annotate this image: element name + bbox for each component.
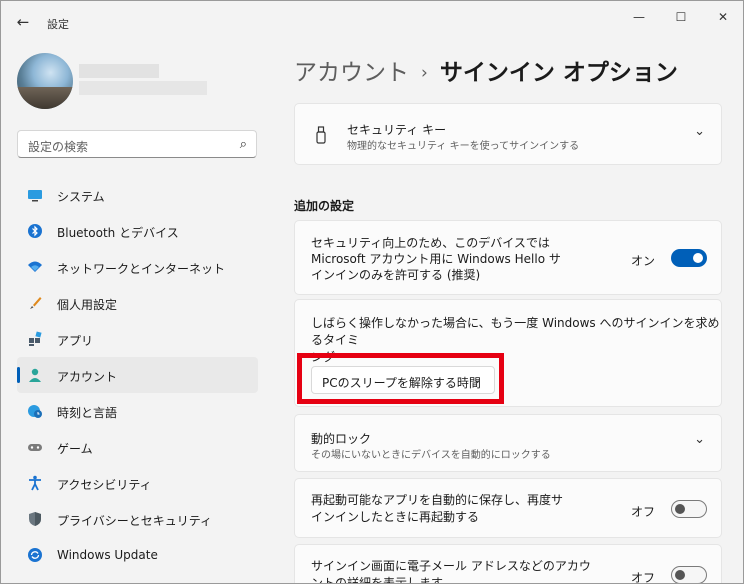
restart-apps-text: 再起動可能なアプリを自動的に保存し、再度サ インインしたときに再起動する [311,492,563,526]
search-icon: ⌕ [239,137,247,152]
bluetooth-icon [28,224,42,238]
toggle-state-label: オン [630,254,655,268]
hello-only-toggle-group: オン [617,249,707,269]
sidebar-item-label: ネットワークとインターネット [57,262,226,276]
dynamic-lock-subtitle: その場にいないときにデバイスを自動的にロックする [311,450,551,461]
sidebar-item-label: Bluetooth とデバイス [57,226,179,240]
restart-apps-line: 再起動可能なアプリを自動的に保存し、再度サ [311,493,564,507]
sidebar-item-label: プライバシーとセキュリティ [57,514,213,528]
settings-search-box[interactable]: 設定の検索 ⌕ [17,130,257,158]
sidebar-nav: システム Bluetooth とデバイス ネットワークとインターネット 個人用設… [17,177,258,573]
security-key-card[interactable]: セキュリティ キー 物理的なセキュリティ キーを使ってサインインする ⌄ [294,103,722,165]
security-key-title: セキュリティ キー [347,123,447,137]
toggle-knob [675,504,685,514]
hello-only-text: セキュリティ向上のため、このデバイスでは Microsoft アカウント用に W… [311,235,561,283]
account-icon [29,368,41,382]
sidebar-item-label: 個人用設定 [57,298,118,312]
toggle-knob [693,253,703,263]
apps-icon [29,331,42,346]
restart-apps-line: インインしたときに再起動する [311,510,480,524]
toggle-state-label: オフ [630,571,655,584]
restart-apps-toggle[interactable] [671,500,707,518]
sidebar-item-bluetooth[interactable]: Bluetooth とデバイス [17,213,258,249]
sidebar-item-label: アカウント [57,370,118,384]
redacted-user-name [79,64,159,78]
search-input[interactable]: 設定の検索 [28,138,88,155]
accessibility-icon [29,475,41,491]
restart-apps-card: 再起動可能なアプリを自動的に保存し、再度サ インインしたときに再起動する オフ [294,478,722,538]
usb-key-icon [316,126,326,144]
sidebar-item-label: 時刻と言語 [57,406,118,420]
show-account-details-toggle[interactable] [671,566,707,583]
annotation-highlight-box [297,353,504,404]
sidebar-item-network[interactable]: ネットワークとインターネット [17,249,258,285]
shield-icon [29,512,41,526]
dynamic-lock-card[interactable]: 動的ロック その場にいないときにデバイスを自動的にロックする ⌄ [294,414,722,472]
security-key-subtitle: 物理的なセキュリティ キーを使ってサインインする [347,141,580,152]
hello-only-toggle[interactable] [671,249,707,267]
sidebar-item-personalization[interactable]: 個人用設定 [17,285,258,321]
sidebar-item-label: システム [57,190,105,204]
breadcrumb: アカウント › サインイン オプション [294,53,678,87]
restart-apps-toggle-group: オフ [617,500,707,520]
signin-timing-line: しばらく操作しなかった場合に、もう一度 Windows へのサインインを求めるタ… [311,316,720,347]
maximize-button[interactable]: ☐ [667,7,695,27]
sidebar-item-privacy[interactable]: プライバシーとセキュリティ [17,501,258,537]
hello-only-card: セキュリティ向上のため、このデバイスでは Microsoft アカウント用に W… [294,220,722,295]
globe-clock-icon [28,405,42,418]
sidebar-item-apps[interactable]: アプリ [17,321,258,357]
brush-icon [30,297,42,309]
app-title: 設定 [47,18,69,31]
sidebar-item-accounts[interactable]: アカウント [17,357,258,393]
minimize-button[interactable]: — [625,7,653,27]
dynamic-lock-title: 動的ロック [311,432,372,446]
active-indicator [17,367,20,383]
back-button[interactable]: ← [13,12,33,32]
sidebar-item-label: ゲーム [57,442,93,456]
sidebar-item-gaming[interactable]: ゲーム [17,429,258,465]
sidebar-item-label: アプリ [57,334,94,348]
system-icon [28,190,42,202]
sidebar-item-system[interactable]: システム [17,177,258,213]
sidebar-item-label: Windows Update [57,548,158,562]
update-icon [28,548,42,562]
show-account-details-line: サインイン画面に電子メール アドレスなどのアカウ [311,559,591,573]
breadcrumb-separator-icon: › [421,63,428,83]
sidebar-item-time-language[interactable]: 時刻と言語 [17,393,258,429]
page-title: サインイン オプション [439,60,678,86]
sidebar-item-label: アクセシビリティ [57,478,152,492]
gamepad-icon [28,444,42,451]
show-account-details-text: サインイン画面に電子メール アドレスなどのアカウ ントの詳細を表示します [311,558,591,584]
chevron-down-icon: ⌄ [694,432,705,447]
section-heading: 追加の設定 [294,199,355,213]
hello-only-line: セキュリティ向上のため、このデバイスでは [311,236,550,250]
hello-only-line: インインのみを許可する (推奨) [311,268,481,282]
sidebar-item-accessibility[interactable]: アクセシビリティ [17,465,258,501]
title-bar: ← 設定 — ☐ ✕ [1,1,743,41]
user-avatar[interactable] [17,53,73,109]
sidebar-item-windows-update[interactable]: Windows Update [17,537,258,573]
hello-only-line: Microsoft アカウント用に Windows Hello サ [311,252,561,266]
breadcrumb-parent[interactable]: アカウント [294,60,409,86]
toggle-state-label: オフ [630,505,655,519]
close-button[interactable]: ✕ [709,7,737,27]
toggle-knob [675,570,685,580]
show-account-details-toggle-group: オフ [617,566,707,584]
back-arrow-icon: ← [16,13,30,31]
chevron-down-icon: ⌄ [694,124,705,139]
show-account-details-line: ントの詳細を表示します [311,576,444,584]
show-account-details-card: サインイン画面に電子メール アドレスなどのアカウ ントの詳細を表示します オフ [294,544,722,584]
redacted-user-email [79,81,207,95]
wifi-icon [28,261,42,272]
settings-window: ← 設定 — ☐ ✕ 設定の検索 ⌕ システム Bluetooth とデバイス … [0,0,744,584]
